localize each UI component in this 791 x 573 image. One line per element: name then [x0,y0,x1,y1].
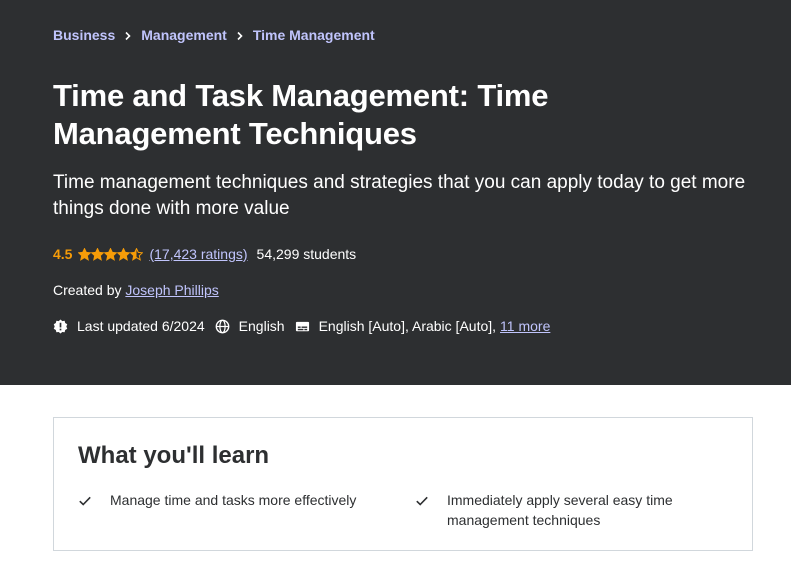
alert-badge-icon [53,318,68,334]
language-text: English [238,318,285,334]
star-rating [78,247,144,261]
star-half-icon [130,247,144,261]
breadcrumb-business[interactable]: Business [53,27,115,43]
course-header: Business Management Time Management Time… [0,0,791,385]
check-icon [415,493,429,507]
star-full-icon [104,247,118,261]
ratings-count-link[interactable]: (17,423 ratings) [149,246,247,262]
learn-item-text: Immediately apply several easy time mana… [447,492,673,528]
course-subtitle: Time management techniques and strategie… [53,172,746,219]
rating-value: 4.5 [53,246,73,262]
breadcrumb: Business Management Time Management [53,27,375,43]
star-full-icon [117,247,131,261]
course-language: English [215,318,285,334]
chevron-right-icon [115,27,141,43]
breadcrumb-management[interactable]: Management [141,27,227,43]
author-link[interactable]: Joseph Phillips [125,282,218,298]
students-count: 54,299 students [256,246,357,262]
learn-item: Manage time and tasks more effectively [78,490,378,510]
course-meta: Last updated 6/2024 English English [Aut… [53,318,560,334]
created-by-label: Created by [53,282,126,298]
course-captions: English [Auto], Arabic [Auto], 11 more [295,318,550,334]
breadcrumb-time-management[interactable]: Time Management [253,27,375,43]
learn-title: What you'll learn [78,442,270,469]
learn-item: Immediately apply several easy time mana… [415,490,705,530]
course-title: Time and Task Management: Time Managemen… [53,78,549,151]
captions-text: English [Auto], Arabic [Auto], [318,318,497,334]
rating-row: 4.5 (17,423 ratings) 54,299 students [53,246,356,262]
chevron-right-icon [227,27,253,43]
created-by: Created by Joseph Phillips [53,282,219,298]
last-updated-text: Last updated 6/2024 [77,318,205,334]
last-updated: Last updated 6/2024 [53,318,205,334]
closed-captions-icon [295,319,310,334]
star-full-icon [91,247,105,261]
check-icon [78,493,92,507]
star-full-icon [78,247,92,261]
learn-item-text: Manage time and tasks more effectively [110,492,357,508]
more-captions-link[interactable]: 11 more [500,318,550,334]
globe-icon [215,319,230,334]
what-youll-learn: What you'll learn Manage time and tasks … [53,417,753,551]
